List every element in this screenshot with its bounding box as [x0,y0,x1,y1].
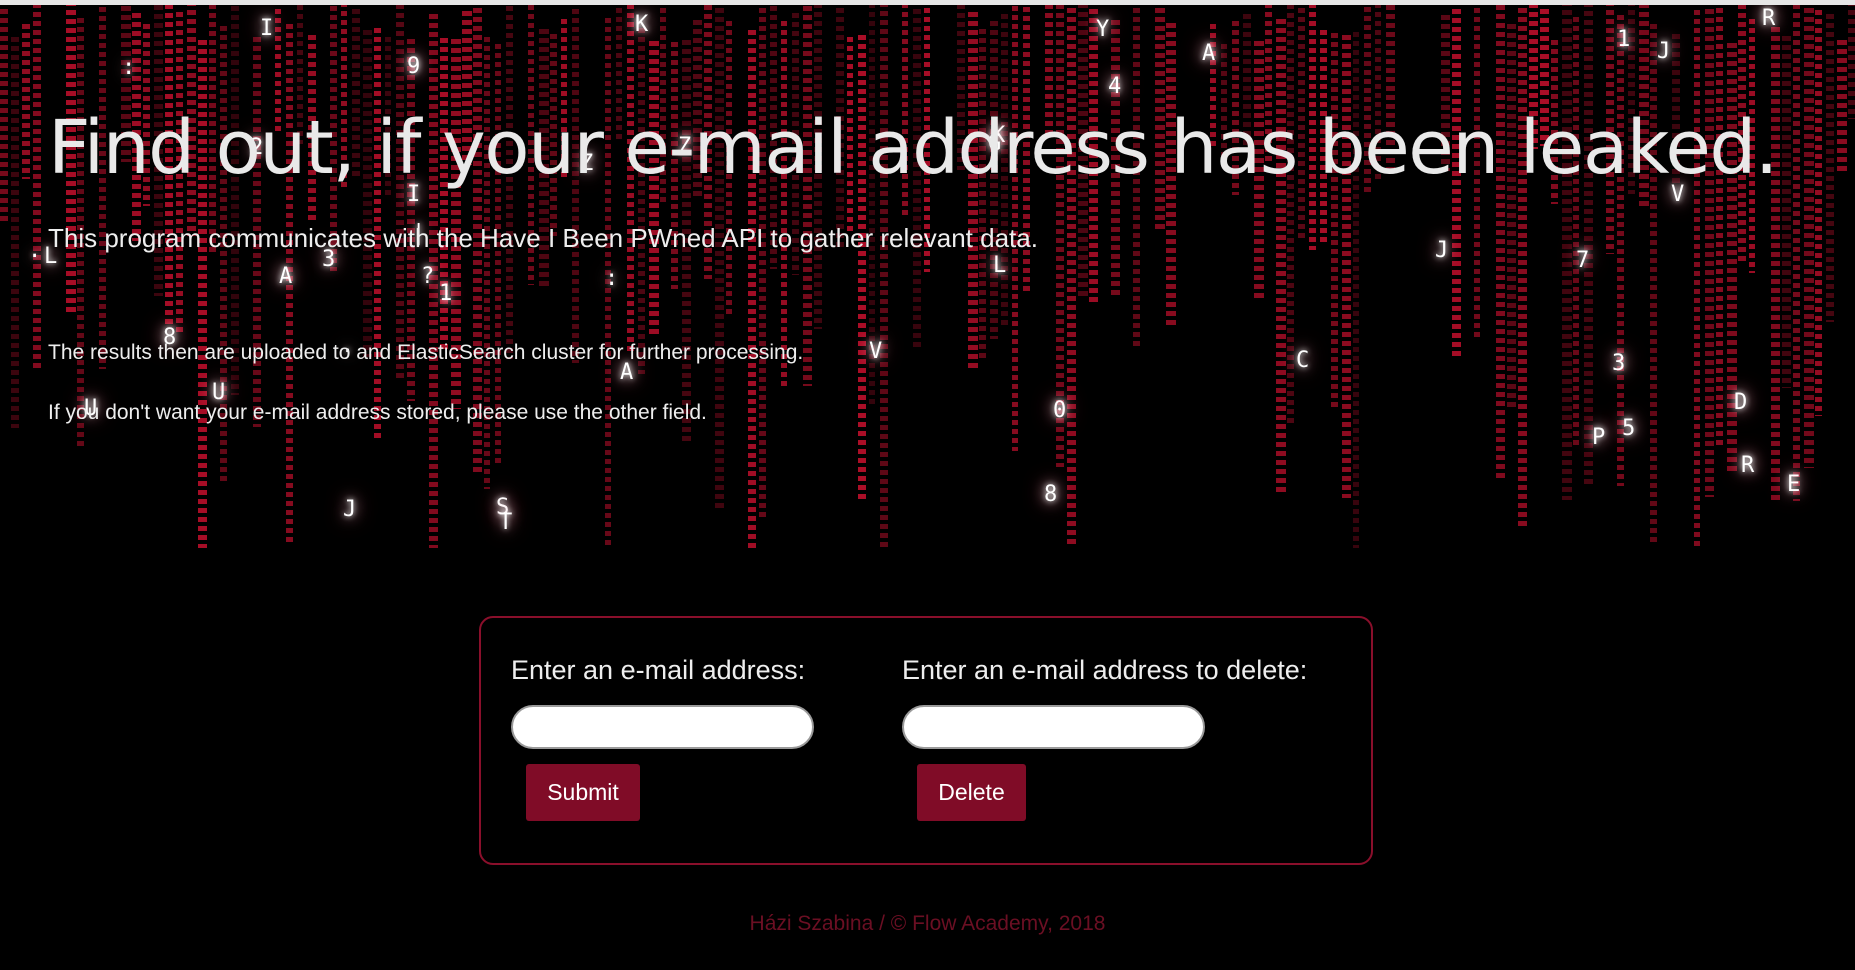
lookup-form: Enter an e-mail address: Submit [511,618,871,867]
footer-credit: Házi Szabina / © Flow Academy, 2018 [749,912,1106,935]
email-field-label: Enter an e-mail address: [511,655,806,685]
page-subtitle: This program communicates with the Have … [48,223,1038,253]
info-paragraph-delete: If you don't want your e-mail address st… [48,401,707,424]
delete-button[interactable]: Delete [917,764,1026,821]
email-form-card: Enter an e-mail address: Submit Enter an… [479,616,1373,865]
submit-button[interactable]: Submit [526,764,640,821]
email-field[interactable] [511,705,814,749]
delete-form: Enter an e-mail address to delete: Delet… [902,618,1307,867]
page-title: Find out, if your e-mail address has bee… [48,105,1778,191]
matrix-rain-background: L D Z L U 1 K Z I S 3 T E C 3 V 9 I: R G V. 8 Y 2 U R: P J | 4 K 7 8 5?. A… [0,5,1855,548]
delete-email-field[interactable] [902,705,1205,749]
hero-banner: L D Z L U 1 K Z I S 3 T E C 3 V 9 I: R G V. 8 Y 2 U R: P J | 4 K 7 8 5?. A… [0,5,1855,548]
info-paragraph-upload: The results then are uploaded to and Ela… [48,341,804,364]
delete-email-field-label: Enter an e-mail address to delete: [902,655,1308,685]
